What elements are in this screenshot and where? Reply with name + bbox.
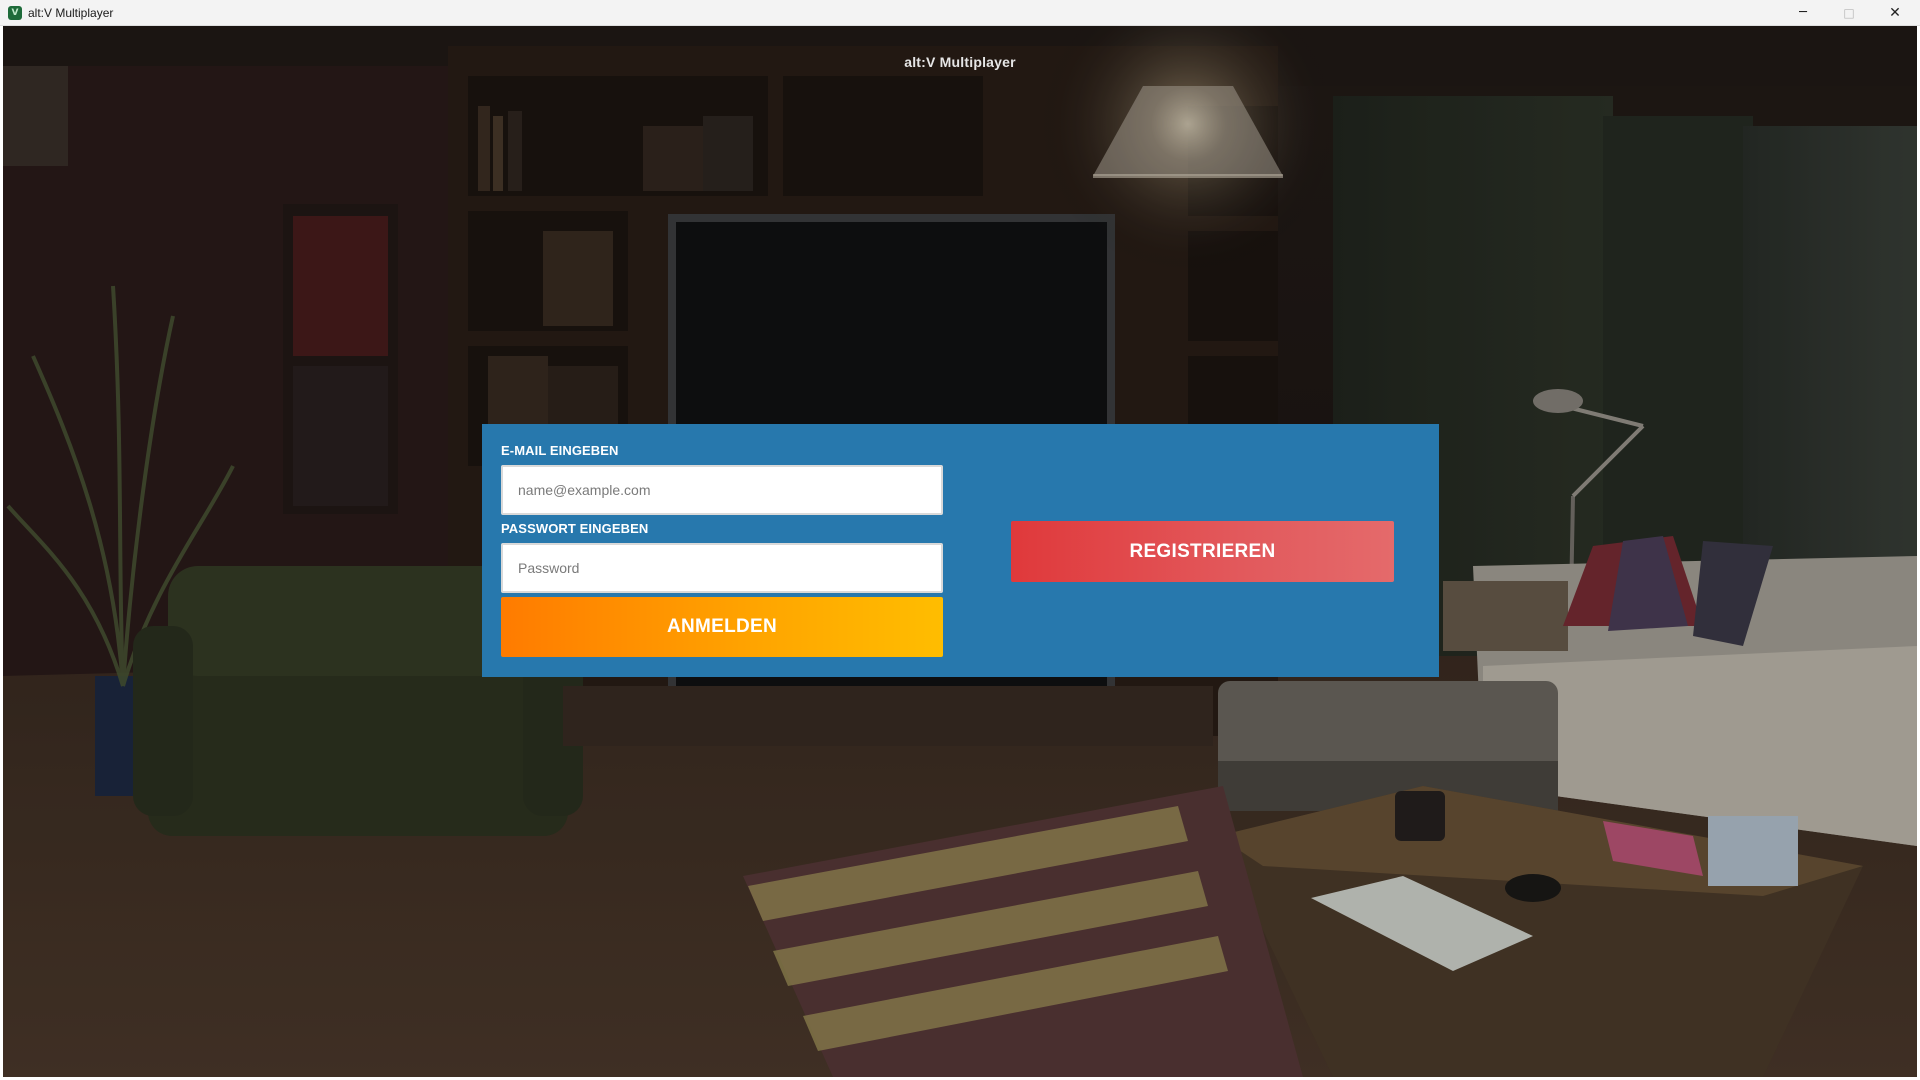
- login-button[interactable]: ANMELDEN: [501, 597, 943, 657]
- overlay-title: alt:V Multiplayer: [904, 54, 1016, 70]
- email-input[interactable]: [501, 465, 943, 515]
- maximize-button[interactable]: □: [1826, 0, 1872, 26]
- minimize-button[interactable]: ─: [1780, 0, 1826, 26]
- game-viewport: alt:V Multiplayer E-MAIL EINGEBEN PASSWO…: [3, 26, 1917, 1077]
- email-label: E-MAIL EINGEBEN: [501, 443, 619, 458]
- password-label: PASSWORT EINGEBEN: [501, 521, 649, 536]
- window-titlebar: V alt:V Multiplayer ─ □ ✕: [0, 0, 1920, 26]
- altv-logo-icon: V: [8, 6, 22, 20]
- login-panel: E-MAIL EINGEBEN PASSWORT EINGEBEN ANMELD…: [482, 424, 1439, 677]
- close-button[interactable]: ✕: [1872, 0, 1918, 26]
- password-input[interactable]: [501, 543, 943, 593]
- register-button[interactable]: REGISTRIEREN: [1011, 521, 1394, 582]
- window-title: alt:V Multiplayer: [28, 6, 114, 20]
